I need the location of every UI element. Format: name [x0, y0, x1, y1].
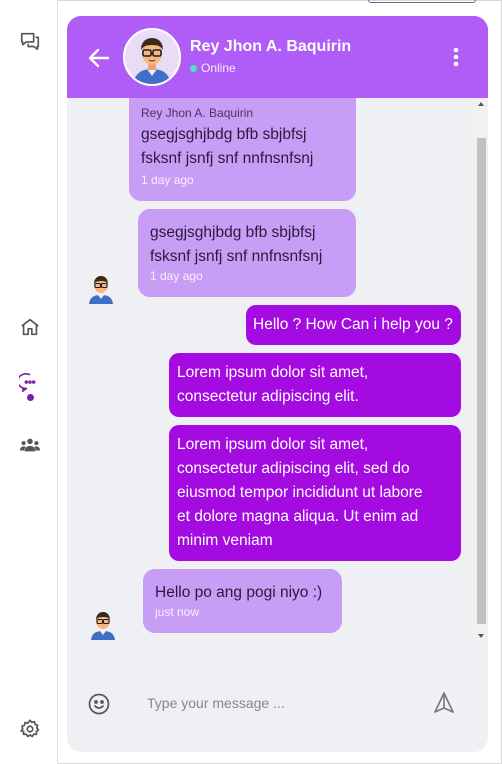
settings-icon[interactable] — [17, 716, 43, 742]
top-tab-edge — [368, 0, 476, 3]
message-text-line: fsksnf jsnfj snf nnfnsnfsnj — [141, 150, 314, 167]
contact-avatar[interactable] — [123, 28, 181, 86]
message-text-line: Lorem ipsum dolor sit amet, — [177, 436, 369, 453]
chat-panel: Rey Jhon A. Baquirin Online Rey Jhon A. … — [67, 16, 488, 752]
scroll-down-arrow-icon[interactable] — [478, 634, 484, 638]
message-text-line: gsegjsghjbdg bfb sbjbfsj — [141, 126, 307, 143]
chat-bubbles-icon[interactable] — [17, 28, 43, 54]
users-icon[interactable] — [17, 432, 43, 458]
message-list-scrollbar[interactable] — [474, 98, 488, 644]
message-bubble-incoming[interactable]: Rey Jhon A. Baquirin gsegjsghjbdg bfb sb… — [129, 98, 356, 201]
message-text-line: Hello ? How Can i help you ? — [253, 316, 453, 333]
message-bubble-outgoing[interactable]: Hello ? How Can i help you ? — [246, 305, 461, 345]
message-composer — [67, 653, 488, 752]
message-time: 1 day ago — [141, 173, 194, 187]
message-bubble-incoming[interactable]: Hello po ang pogi niyo :) just now — [143, 569, 342, 633]
message-time: just now — [155, 605, 200, 619]
message-text-line: eiusmod tempor incididunt ut labore — [177, 484, 423, 501]
message-list[interactable]: Rey Jhon A. Baquirin gsegjsghjbdg bfb sb… — [67, 98, 488, 658]
message-text-line: minim veniam — [177, 532, 273, 549]
contact-avatar-small — [86, 272, 116, 304]
contact-avatar-small — [88, 608, 118, 640]
contact-status: Online — [201, 61, 236, 75]
scroll-up-arrow-icon[interactable] — [478, 102, 484, 106]
message-text-line: consectetur adipiscing elit. — [177, 388, 359, 405]
message-sender: Rey Jhon A. Baquirin — [141, 106, 254, 120]
back-arrow-icon[interactable] — [85, 44, 113, 72]
message-text-line: gsegjsghjbdg bfb sbjbfsj — [150, 224, 316, 241]
message-bubble-outgoing[interactable]: Lorem ipsum dolor sit amet, consectetur … — [169, 425, 461, 561]
message-input[interactable] — [135, 689, 395, 717]
scrollbar-thumb[interactable] — [477, 138, 486, 624]
message-bubble-outgoing[interactable]: Lorem ipsum dolor sit amet, consectetur … — [169, 353, 461, 417]
home-icon[interactable] — [17, 314, 43, 340]
chat-header: Rey Jhon A. Baquirin Online — [67, 16, 488, 98]
contact-name: Rey Jhon A. Baquirin — [190, 38, 352, 55]
send-icon[interactable] — [432, 691, 456, 715]
message-text-line: Lorem ipsum dolor sit amet, — [177, 364, 369, 381]
message-time: 1 day ago — [150, 269, 203, 283]
message-text-line: Hello po ang pogi niyo :) — [155, 584, 323, 601]
message-bubble-incoming[interactable]: gsegjsghjbdg bfb sbjbfsj fsksnf jsnfj sn… — [138, 209, 356, 297]
side-nav — [0, 0, 58, 764]
message-text-line: consectetur adipiscing elit, sed do — [177, 460, 410, 477]
message-text-line: et dolore magna aliqua. Ut enim ad — [177, 508, 419, 525]
online-status-dot — [190, 65, 197, 72]
active-indicator — [27, 394, 34, 401]
more-options-icon[interactable] — [447, 44, 465, 70]
message-text-line: fsksnf jsnfj snf nnfnsnfsnj — [150, 248, 323, 265]
emoji-icon[interactable] — [87, 692, 111, 716]
chat-icon[interactable] — [17, 370, 43, 396]
